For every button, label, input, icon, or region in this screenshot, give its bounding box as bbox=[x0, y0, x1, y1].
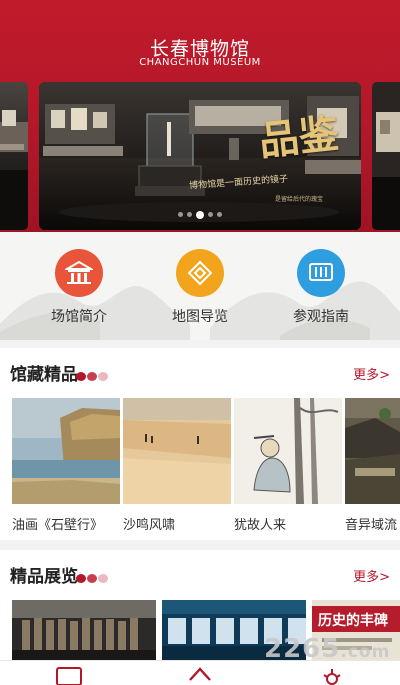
collection-item[interactable]: 犹故人来 bbox=[234, 398, 342, 533]
quick-links: 场馆简介 地图导览 参观指南 bbox=[0, 232, 400, 340]
bottom-tab-bar bbox=[0, 660, 400, 685]
carousel-dot[interactable] bbox=[178, 212, 183, 217]
museum-building-icon bbox=[55, 249, 103, 297]
collection-thumbnail bbox=[234, 398, 342, 504]
collection-item[interactable]: 音异域流 bbox=[345, 398, 400, 533]
carousel-next-slide[interactable] bbox=[372, 82, 400, 230]
collection-thumbnail bbox=[123, 398, 231, 504]
collection-thumbnail bbox=[345, 398, 400, 504]
carousel-prev-slide[interactable] bbox=[0, 82, 28, 230]
collection-thumbnail bbox=[12, 398, 120, 504]
map-guide-icon bbox=[176, 249, 224, 297]
collection-caption: 油画《石壁行》 bbox=[12, 518, 104, 533]
carousel-indicator bbox=[39, 210, 361, 219]
tab-card-icon[interactable] bbox=[56, 666, 82, 685]
section-title: 精品展览 bbox=[10, 567, 78, 587]
quick-link-label: 参观指南 bbox=[293, 309, 349, 325]
carousel-dot[interactable] bbox=[217, 212, 222, 217]
carousel-dot-active[interactable] bbox=[196, 210, 204, 219]
tab-home-icon[interactable] bbox=[188, 666, 212, 685]
banner-brand-text: 品鉴 bbox=[256, 109, 342, 166]
guide-scroll-icon bbox=[297, 249, 345, 297]
collection-item[interactable]: 油画《石壁行》 bbox=[12, 398, 120, 533]
exhibition-banner-text: 历史的丰碑 bbox=[318, 612, 388, 629]
tab-settings-icon[interactable] bbox=[320, 666, 344, 685]
app-subtitle: CHANGCHUN MUSEUM bbox=[139, 57, 261, 68]
quick-link-label: 地图导览 bbox=[172, 309, 228, 325]
collection-caption: 音异域流 bbox=[345, 518, 398, 533]
banner-caption: 是留给后代的瑰宝 bbox=[275, 196, 324, 203]
collections-more-link[interactable]: 更多> bbox=[353, 364, 390, 383]
title-decoration bbox=[76, 574, 108, 583]
banner-carousel[interactable]: 品鉴 博物馆是一面历史的镜子 是留给后代的瑰宝 bbox=[39, 82, 361, 230]
title-decoration bbox=[76, 372, 108, 381]
collection-item[interactable]: 沙鸣风啸 bbox=[123, 398, 231, 533]
quick-link-map[interactable]: 地图导览 bbox=[145, 249, 255, 326]
quick-link-label: 场馆简介 bbox=[51, 309, 107, 325]
section-title: 馆藏精品 bbox=[10, 365, 78, 385]
exhibitions-more-link[interactable]: 更多> bbox=[353, 566, 390, 585]
quick-link-guide[interactable]: 参观指南 bbox=[266, 249, 376, 326]
carousel-dot[interactable] bbox=[208, 212, 213, 217]
collection-caption: 犹故人来 bbox=[234, 518, 287, 533]
carousel-dot[interactable] bbox=[187, 212, 192, 217]
quick-link-intro[interactable]: 场馆简介 bbox=[24, 249, 134, 326]
exhibition-thumbnail[interactable] bbox=[12, 600, 156, 660]
collections-section: 馆藏精品 更多> 油画《石壁行》 沙鸣风啸 犹故人来 音异域流 bbox=[0, 348, 400, 540]
collection-caption: 沙鸣风啸 bbox=[123, 518, 176, 533]
